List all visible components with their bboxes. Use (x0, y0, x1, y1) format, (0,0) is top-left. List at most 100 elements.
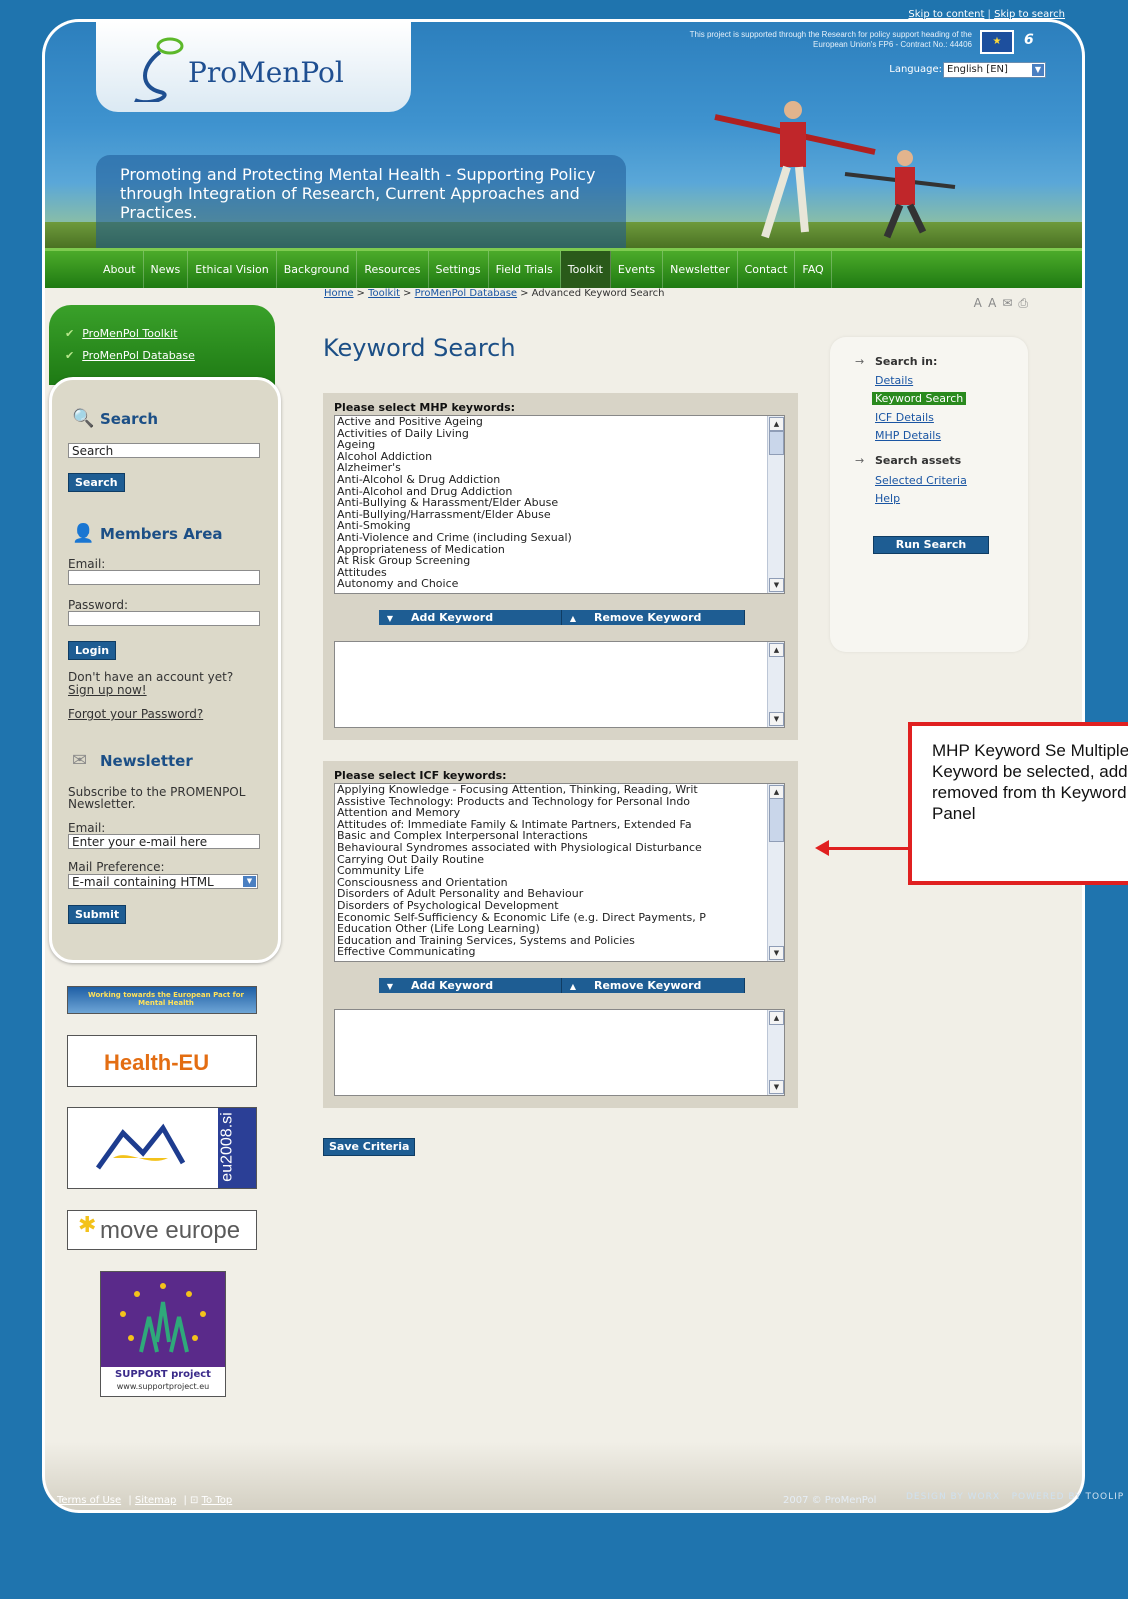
logo[interactable]: ProMenPol (96, 22, 411, 112)
search-assets-heading: → Search assets (855, 454, 961, 467)
signup-link[interactable]: Sign up now! (68, 683, 147, 697)
european-pact-banner[interactable]: Working towards the European Pact for Me… (67, 986, 257, 1014)
powered-by-logo[interactable]: POWERED BY TOOLIP (1012, 1492, 1125, 1502)
newsletter-heading-text: Newsletter (100, 752, 193, 770)
move-europe-banner[interactable]: ✱ move europe (67, 1210, 257, 1250)
breadcrumb-home[interactable]: Home (324, 288, 354, 299)
newsletter-email-input[interactable]: Enter your e-mail here (68, 834, 260, 849)
list-item[interactable]: Behavioural Syndromes associated with Ph… (335, 842, 784, 854)
save-criteria-button[interactable]: Save Criteria (323, 1138, 416, 1156)
scroll-down-icon[interactable]: ▼ (769, 1080, 784, 1094)
eu2008-banner[interactable]: eu2008.si (67, 1107, 257, 1189)
support-project-banner[interactable]: SUPPORT project www.supportproject.eu (100, 1271, 226, 1397)
mhp-keyword-list[interactable]: Active and Positive Ageing Activities of… (334, 415, 785, 594)
logo-figure-icon (134, 37, 184, 102)
list-item[interactable]: Education Other (Life Long Learning) (335, 923, 784, 935)
icf-selected-keywords[interactable]: ▲ ▼ (334, 1009, 785, 1096)
nav-faq[interactable]: FAQ (795, 251, 832, 288)
link-promenpol-database[interactable]: ✔ ProMenPol Database (65, 349, 195, 362)
list-item[interactable]: Disorders of Psychological Development (335, 900, 784, 912)
list-item[interactable]: Activities of Daily Living (335, 427, 784, 440)
list-item[interactable]: Applying Knowledge - Focusing Attention,… (335, 784, 784, 796)
list-item[interactable]: Community Life (335, 865, 784, 877)
increase-font-icon[interactable]: A (988, 296, 1002, 310)
nav-events[interactable]: Events (611, 251, 664, 288)
nav-background[interactable]: Background (277, 251, 358, 288)
annotation-callout: MHP Keyword Se Multiple Keyword be selec… (908, 722, 1128, 885)
submit-button[interactable]: Submit (68, 905, 127, 924)
scroll-thumb[interactable] (769, 431, 784, 455)
list-item[interactable]: Anti-Alcohol & Drug Addiction (335, 474, 784, 486)
remove-keyword-button[interactable]: ▲ Remove Keyword (562, 610, 745, 625)
link-selected-criteria[interactable]: Selected Criteria (875, 474, 967, 487)
icf-keyword-list[interactable]: Applying Knowledge - Focusing Attention,… (334, 783, 785, 962)
scrollbar[interactable]: ▲ ▼ (767, 642, 784, 727)
nav-contact[interactable]: Contact (738, 251, 796, 288)
scrollbar[interactable]: ▲ ▼ (767, 416, 784, 593)
skip-to-content-link[interactable]: Skip to content (908, 9, 984, 20)
user-icon: 👤 (72, 523, 95, 544)
email-field[interactable] (68, 570, 260, 585)
scroll-down-icon[interactable]: ▼ (769, 712, 784, 726)
fp6-logo-icon: 6 (1024, 32, 1034, 48)
add-keyword-button[interactable]: ▼ Add Keyword (379, 610, 562, 625)
sitemap-link[interactable]: Sitemap (135, 1495, 176, 1506)
nav-settings[interactable]: Settings (429, 251, 489, 288)
search-heading: 🔍 Search (72, 408, 158, 429)
terms-link[interactable]: Terms of Use (57, 1495, 121, 1506)
list-item[interactable]: At Risk Group Screening (335, 555, 784, 567)
list-item[interactable]: Autonomy and Choice (335, 578, 784, 590)
nav-news[interactable]: News (144, 251, 189, 288)
scroll-up-icon[interactable]: ▲ (769, 417, 784, 431)
list-item[interactable]: Alcohol Addiction (335, 451, 784, 463)
link-details[interactable]: Details (875, 374, 913, 387)
password-field[interactable] (68, 611, 260, 626)
scroll-up-icon[interactable]: ▲ (769, 1011, 784, 1025)
breadcrumb-toolkit[interactable]: Toolkit (368, 288, 400, 299)
print-icon[interactable]: ⎙ (1018, 296, 1034, 310)
scroll-down-icon[interactable]: ▼ (769, 946, 784, 960)
forgot-password-link[interactable]: Forgot your Password? (68, 707, 203, 721)
health-eu-banner[interactable]: Health-EU (67, 1035, 257, 1087)
remove-keyword-button[interactable]: ▲ Remove Keyword (562, 978, 745, 993)
breadcrumb-database[interactable]: ProMenPol Database (415, 288, 517, 299)
link-help[interactable]: Help (875, 492, 900, 505)
list-item[interactable]: Anti-Bullying & Harassment/Elder Abuse (335, 497, 784, 509)
eu-funding-note: This project is supported through the Re… (689, 30, 972, 49)
to-top-link[interactable]: To Top (202, 1495, 233, 1506)
list-item[interactable]: Effective Communicating (335, 946, 784, 958)
skip-to-search-link[interactable]: Skip to search (994, 9, 1065, 20)
mhp-selected-keywords[interactable]: ▲ ▼ (334, 641, 785, 728)
scroll-up-icon[interactable]: ▲ (769, 643, 784, 657)
chevron-down-icon: ▼ (1032, 64, 1044, 76)
search-input[interactable]: Search (68, 443, 260, 458)
link-keyword-search[interactable]: Keyword Search (872, 392, 967, 405)
icf-label: Please select ICF keywords: (334, 769, 507, 782)
list-item[interactable]: Anti-Violence and Crime (including Sexua… (335, 532, 784, 544)
add-keyword-button[interactable]: ▼ Add Keyword (379, 978, 562, 993)
scroll-up-icon[interactable]: ▲ (769, 785, 784, 799)
login-button[interactable]: Login (68, 641, 117, 660)
run-search-button[interactable]: Run Search (873, 536, 989, 554)
breadcrumb-separator: > (520, 288, 529, 299)
list-item[interactable]: Active and Positive Ageing (335, 416, 784, 428)
decrease-font-icon[interactable]: A (974, 296, 989, 310)
nav-newsletter[interactable]: Newsletter (663, 251, 738, 288)
scroll-down-icon[interactable]: ▼ (769, 578, 784, 592)
link-promenpol-toolkit[interactable]: ✔ ProMenPol Toolkit (65, 327, 178, 340)
email-page-icon[interactable]: ✉ (1002, 296, 1018, 310)
link-icf-details[interactable]: ICF Details (875, 411, 934, 424)
nav-toolkit[interactable]: Toolkit (560, 251, 611, 288)
language-select[interactable]: English [EN] ▼ (943, 62, 1046, 78)
scrollbar[interactable]: ▲ ▼ (767, 1010, 784, 1095)
link-mhp-details[interactable]: MHP Details (875, 429, 941, 442)
nav-resources[interactable]: Resources (357, 251, 429, 288)
search-button[interactable]: Search (68, 473, 125, 492)
designed-by-logo[interactable]: DESIGN BY WORX (906, 1492, 1000, 1502)
scroll-thumb[interactable] (769, 798, 784, 842)
nav-field-trials[interactable]: Field Trials (489, 251, 561, 288)
nav-ethical-vision[interactable]: Ethical Vision (188, 251, 277, 288)
mail-preference-select[interactable]: E-mail containing HTML ▼ (68, 874, 258, 889)
scrollbar[interactable]: ▲ ▼ (767, 784, 784, 961)
nav-about[interactable]: About (96, 251, 144, 288)
